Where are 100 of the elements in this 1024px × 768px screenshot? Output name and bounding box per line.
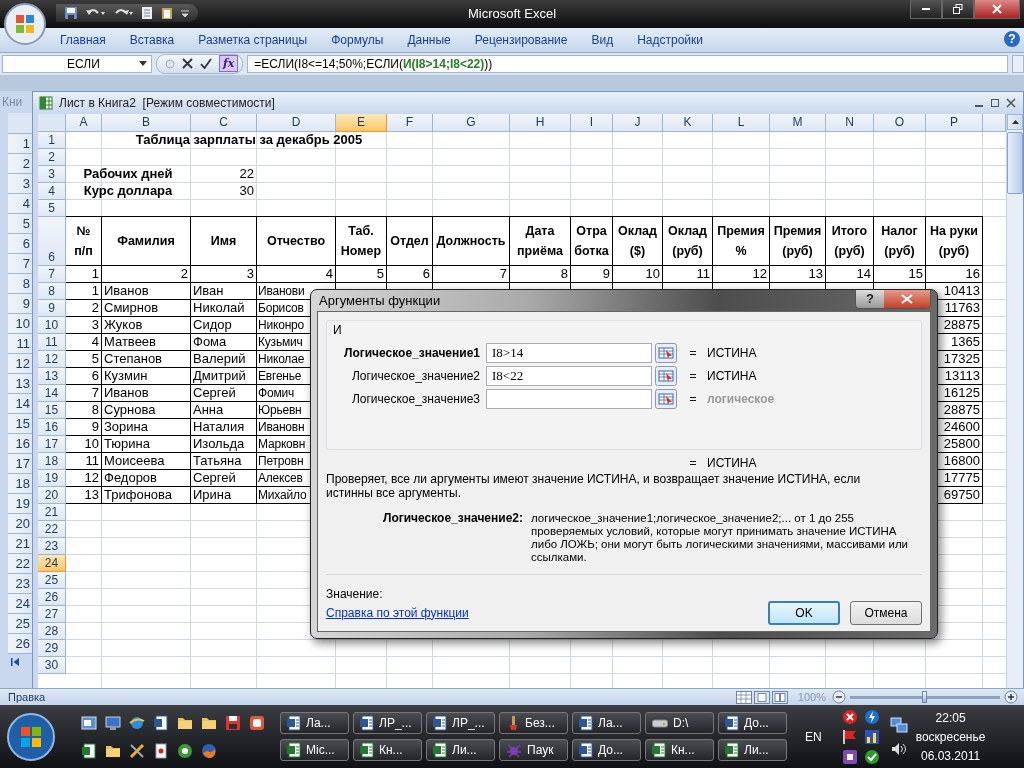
cancel-icon[interactable] xyxy=(182,58,193,70)
row-header[interactable]: 21 xyxy=(8,533,32,554)
row-header[interactable]: 26 xyxy=(8,633,32,654)
row-header[interactable]: 4 xyxy=(8,193,32,214)
window-icon[interactable] xyxy=(81,714,97,731)
row-header[interactable]: 19 xyxy=(8,493,32,514)
row-header[interactable]: 16 xyxy=(8,433,32,454)
help-button[interactable]: ? xyxy=(856,289,884,308)
help-link[interactable]: Справка по этой функции xyxy=(326,605,758,620)
insert-function-button[interactable]: fx xyxy=(219,55,239,73)
collapse-dialog-icon[interactable] xyxy=(655,342,677,363)
restore-button[interactable] xyxy=(989,96,1001,109)
row-header[interactable]: 22 xyxy=(8,553,32,574)
clipboard-icon[interactable] xyxy=(160,6,174,20)
page-layout-button[interactable] xyxy=(753,690,770,704)
taskbar-button[interactable]: Кн... xyxy=(645,739,714,762)
taskbar-button[interactable]: До... xyxy=(718,712,787,735)
flag-icon[interactable] xyxy=(841,728,858,745)
start-button[interactable] xyxy=(6,711,56,762)
collapse-dialog-icon[interactable] xyxy=(655,365,677,386)
row-header[interactable]: 3 xyxy=(8,173,32,194)
app-icon[interactable] xyxy=(249,714,265,731)
spreadsheet-icon[interactable] xyxy=(81,742,97,759)
globe-icon[interactable] xyxy=(129,714,145,731)
row-header[interactable]: 24 xyxy=(8,593,32,614)
formula-field[interactable]: =ЕСЛИ(I8<=14;50%;ЕСЛИ(И(I8>14;I8<22))) xyxy=(247,54,1008,73)
page-break-button[interactable] xyxy=(771,690,788,704)
argument-field[interactable] xyxy=(486,388,652,409)
row-header[interactable]: 10 xyxy=(8,313,32,334)
close-button[interactable] xyxy=(1005,96,1017,109)
argument-field[interactable]: I8>14 xyxy=(486,342,652,363)
row-header[interactable]: 2 xyxy=(8,153,32,174)
row-header[interactable]: 7 xyxy=(8,253,32,274)
document-icon[interactable] xyxy=(153,714,169,731)
cancel-button[interactable]: Отмена xyxy=(850,600,922,625)
enter-icon[interactable] xyxy=(200,58,212,70)
row-header[interactable]: 20 xyxy=(8,513,32,534)
row-header[interactable]: 6 xyxy=(38,216,66,266)
ribbon-tab[interactable]: Рецензирование xyxy=(462,28,580,51)
restore-button[interactable] xyxy=(942,0,974,19)
row-header[interactable]: 9 xyxy=(8,293,32,314)
taskbar-button[interactable]: Ли... xyxy=(426,739,495,762)
row-header[interactable]: 12 xyxy=(8,353,32,374)
app-icon[interactable] xyxy=(841,748,858,765)
argument-field[interactable]: I8<22 xyxy=(486,365,652,386)
ribbon-tab[interactable]: Главная xyxy=(48,28,118,51)
taskbar-button[interactable]: Ла... xyxy=(280,712,349,735)
tools-icon[interactable] xyxy=(129,742,145,759)
row-header[interactable]: 23 xyxy=(8,573,32,594)
ribbon-tab[interactable]: Формулы xyxy=(319,28,396,51)
row-header[interactable]: 6 xyxy=(8,233,32,254)
close-button[interactable] xyxy=(884,289,930,308)
minimize-button[interactable] xyxy=(910,0,942,19)
taskbar-button[interactable]: Mic... xyxy=(280,739,349,762)
save-icon[interactable] xyxy=(64,6,78,20)
ribbon-tab[interactable]: Разметка страницы xyxy=(186,28,320,51)
row-header[interactable]: 5 xyxy=(8,213,32,234)
taskbar-button[interactable]: До... xyxy=(572,739,641,762)
ribbon-tab[interactable]: Вид xyxy=(579,28,626,51)
monitor-icon[interactable] xyxy=(105,714,121,731)
ribbon-tab[interactable]: Вставка xyxy=(117,28,187,51)
row-header[interactable]: 13 xyxy=(8,373,32,394)
ok-button[interactable]: OK xyxy=(768,600,840,625)
normal-view-button[interactable] xyxy=(735,690,752,704)
clock[interactable]: 22:05 воскресенье 06.03.2011 xyxy=(915,710,986,763)
circle-icon[interactable] xyxy=(177,742,193,759)
name-box[interactable]: ЕСЛИ xyxy=(2,54,152,73)
row-header[interactable]: 11 xyxy=(8,333,32,354)
collapse-dialog-icon[interactable] xyxy=(655,388,677,409)
taskbar-button[interactable]: ЛР_... xyxy=(353,712,422,735)
first-sheet-icon[interactable] xyxy=(10,656,20,667)
taskbar-button[interactable]: Паук xyxy=(499,739,568,762)
row-header[interactable]: 1 xyxy=(8,133,32,154)
taskbar-button[interactable]: D:\ xyxy=(645,712,714,735)
zoom-out-button[interactable] xyxy=(832,690,846,705)
row-header[interactable]: 14 xyxy=(8,393,32,414)
lightning-icon[interactable] xyxy=(863,708,880,725)
close-button[interactable] xyxy=(974,0,1020,19)
scrollbar-thumb[interactable] xyxy=(1007,131,1023,194)
zoom-in-button[interactable] xyxy=(1004,690,1018,705)
row-header[interactable]: 8 xyxy=(8,273,32,294)
row-header[interactable]: 18 xyxy=(8,473,32,494)
help-button[interactable]: ? xyxy=(1004,30,1020,47)
shield-icon[interactable] xyxy=(841,708,858,725)
floppy-icon[interactable] xyxy=(225,714,241,731)
check-icon[interactable] xyxy=(863,748,880,765)
ribbon-tab[interactable]: Данные xyxy=(395,28,463,51)
chart-icon[interactable] xyxy=(863,728,880,745)
taskbar-button[interactable]: Ли... xyxy=(718,739,787,762)
row-header[interactable]: 25 xyxy=(8,613,32,634)
taskbar-button[interactable]: Ла... xyxy=(572,712,641,735)
language-indicator[interactable]: EN xyxy=(805,729,822,744)
browser-icon[interactable] xyxy=(201,742,217,759)
network-icon[interactable] xyxy=(889,716,908,733)
ribbon-tab[interactable]: Надстройки xyxy=(625,28,715,51)
row-header[interactable]: 15 xyxy=(8,413,32,434)
taskbar-button[interactable]: Кн... xyxy=(353,739,422,762)
taskbar-button[interactable]: Без... xyxy=(499,712,568,735)
document-icon[interactable] xyxy=(140,6,154,20)
card-icon[interactable] xyxy=(153,742,169,759)
